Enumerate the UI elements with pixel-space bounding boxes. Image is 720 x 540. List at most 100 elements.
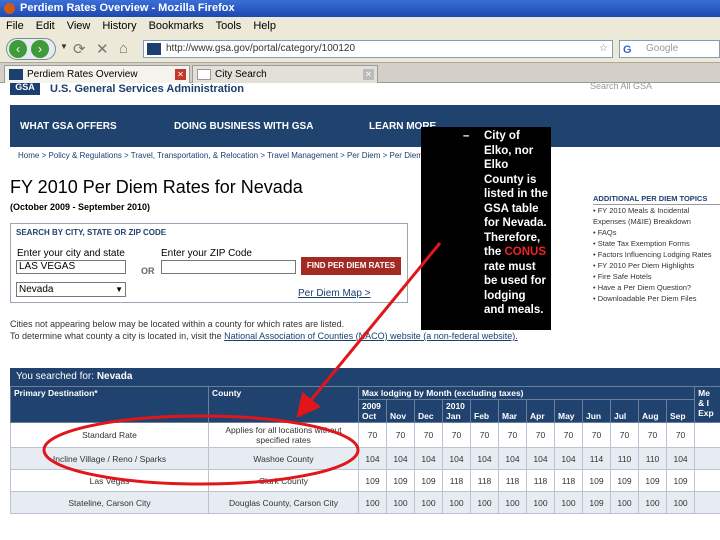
cell-rate: 104 [665, 447, 696, 470]
search-box[interactable]: G Google [619, 40, 720, 58]
callout-text: City of Elko, nor Elko County is listed … [484, 130, 548, 316]
menu-history[interactable]: History [96, 17, 142, 35]
rate-search-box: SEARCH BY CITY, STATE OR ZIP CODE Enter … [10, 223, 408, 303]
menu-tools[interactable]: Tools [210, 17, 248, 35]
col-primary-destination[interactable]: Primary Destination* [10, 386, 209, 423]
cell-rate: 118 [442, 469, 471, 492]
tab-label: Perdiem Rates Overview [27, 69, 138, 80]
topic-link[interactable]: • State Tax Exemption Forms [593, 238, 720, 249]
cell-rate: 109 [582, 491, 611, 514]
tab-blank-icon [197, 69, 211, 80]
county-note: To determine what county a city is locat… [10, 331, 518, 341]
month-jan: 2010 Jan [442, 399, 471, 423]
cell-rate: 109 [358, 469, 387, 492]
gsa-logo[interactable]: GSA [10, 83, 40, 95]
cell-rate: 104 [498, 447, 527, 470]
cell-rate: 109 [582, 469, 611, 492]
tab-city-search[interactable]: City Search ✕ [192, 65, 378, 83]
cell-destination: Las Vegas [10, 469, 209, 492]
month-aug: Aug [638, 399, 667, 423]
page-subtitle: (October 2009 - September 2010) [10, 202, 151, 212]
web-page: GSA U.S. General Services Administration… [0, 83, 720, 540]
cell-rate: 100 [610, 491, 639, 514]
cell-rate: 70 [582, 422, 611, 448]
topic-link[interactable]: • FAQs [593, 227, 720, 238]
county-note-text: To determine what county a city is locat… [10, 331, 225, 341]
zip-input[interactable] [161, 260, 296, 274]
page-title: FY 2010 Per Diem Rates for Nevada [10, 177, 303, 197]
state-select[interactable]: Nevada ▼ [16, 282, 126, 297]
tab-close-icon[interactable]: ✕ [175, 69, 186, 80]
tab-favicon [9, 69, 23, 80]
cell-county: Clark County [208, 469, 359, 492]
cell-destination: Standard Rate [10, 422, 209, 448]
cell-county: Douglas County, Carson City [208, 491, 359, 514]
per-diem-map-link[interactable]: Per Diem Map > [298, 288, 371, 299]
firefox-icon [4, 3, 15, 14]
menu-bookmarks[interactable]: Bookmarks [143, 17, 210, 35]
site-search[interactable]: Search All GSA [590, 83, 652, 91]
breadcrumb[interactable]: Home > Policy & Regulations > Travel, Tr… [18, 151, 446, 160]
tab-label: City Search [215, 69, 267, 80]
site-search-scope: All GSA [620, 83, 653, 91]
cell-rate: 104 [470, 447, 499, 470]
google-icon: G [623, 44, 632, 56]
table-row: Incline Village / Reno / Sparks Washoe Co… [10, 447, 720, 470]
topic-link[interactable]: • Have a Per Diem Question? [593, 282, 720, 293]
tab-close-icon[interactable]: ✕ [363, 69, 374, 80]
stop-icon[interactable]: ✕ [96, 40, 109, 58]
month-may: May [554, 399, 583, 423]
conus-highlight: CONUS [504, 246, 546, 258]
cell-rate: 109 [665, 469, 696, 492]
cell-rate: 70 [498, 422, 527, 448]
cell-mie [694, 469, 720, 492]
state-value: Nevada [19, 284, 54, 295]
nav-what-gsa-offers[interactable]: WHAT GSA OFFERS [20, 121, 117, 132]
nav-doing-business[interactable]: DOING BUSINESS WITH GSA [174, 121, 313, 132]
topic-link[interactable]: • FY 2010 Meals & Incidental Expenses (M… [593, 205, 720, 227]
forward-button[interactable]: › [31, 40, 49, 58]
cell-rate: 100 [386, 491, 415, 514]
cell-rate: 70 [665, 422, 696, 448]
navigation-toolbar: ‹ › ▼ ⟳ ✕ ⌂ http://www.gsa.gov/portal/ca… [0, 35, 720, 63]
right-topics: ADDITIONAL PER DIEM TOPICS • FY 2010 Mea… [593, 193, 720, 304]
window-titlebar: Perdiem Rates Overview - Mozilla Firefox [0, 0, 720, 17]
tab-bar: Perdiem Rates Overview ✕ City Search ✕ + [0, 63, 720, 142]
month-feb: Feb [470, 399, 499, 423]
cell-rate: 104 [442, 447, 471, 470]
menu-edit[interactable]: Edit [30, 17, 61, 35]
cell-county: Applies for all locations without specif… [208, 422, 359, 448]
bookmark-star-icon[interactable]: ☆ [599, 41, 608, 57]
table-row: Stateline, Carson City Douglas County, Ca… [10, 491, 720, 514]
menu-view[interactable]: View [61, 17, 97, 35]
topic-link[interactable]: • FY 2010 Per Diem Highlights [593, 260, 720, 271]
tab-perdiem[interactable]: Perdiem Rates Overview ✕ [4, 65, 190, 83]
cell-rate: 100 [470, 491, 499, 514]
menu-file[interactable]: File [0, 17, 30, 35]
reload-icon[interactable]: ⟳ [73, 40, 86, 58]
cell-mie [694, 422, 720, 448]
select-arrow-icon: ▼ [115, 285, 123, 294]
find-rates-button[interactable]: FIND PER DIEM RATES [301, 257, 401, 275]
cell-county: Washoe County [208, 447, 359, 470]
search-box-header: SEARCH BY CITY, STATE OR ZIP CODE [16, 228, 167, 237]
naco-link[interactable]: National Association of Counties (NACO) … [224, 331, 518, 341]
history-dropdown-icon[interactable]: ▼ [60, 42, 68, 51]
menu-help[interactable]: Help [247, 17, 282, 35]
city-input[interactable]: LAS VEGAS [16, 260, 126, 274]
cell-rate: 104 [414, 447, 443, 470]
topic-link[interactable]: • Factors Influencing Lodging Rates [593, 249, 720, 260]
col-county[interactable]: County [208, 386, 359, 423]
site-search-label: Search [590, 83, 619, 91]
cell-rate: 100 [358, 491, 387, 514]
cell-rate: 118 [554, 469, 583, 492]
cell-rate: 109 [414, 469, 443, 492]
topic-link[interactable]: • Fire Safe Hotels [593, 271, 720, 282]
menu-bar: File Edit View History Bookmarks Tools Help [0, 17, 720, 35]
home-icon[interactable]: ⌂ [119, 40, 128, 57]
url-bar[interactable]: http://www.gsa.gov/portal/category/10012… [143, 40, 613, 58]
you-searched-value: Nevada [96, 371, 133, 382]
back-button[interactable]: ‹ [9, 40, 27, 58]
topic-link[interactable]: • Downloadable Per Diem Files [593, 293, 720, 304]
cell-rate: 70 [358, 422, 387, 448]
